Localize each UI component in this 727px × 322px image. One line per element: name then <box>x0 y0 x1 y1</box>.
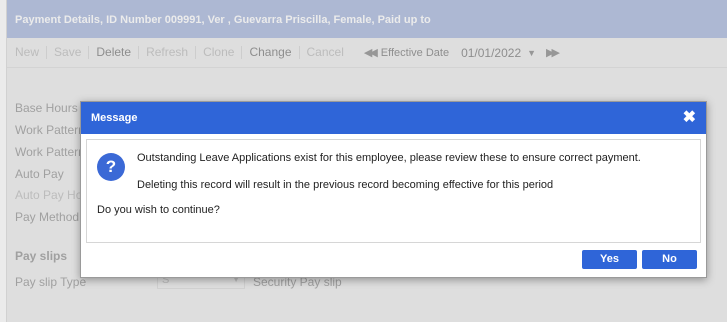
dialog-body: ? Outstanding Leave Applications exist f… <box>86 139 701 243</box>
close-icon[interactable]: ✖ <box>683 102 696 134</box>
dialog-question: Do you wish to continue? <box>97 204 220 216</box>
question-icon: ? <box>97 153 125 181</box>
dialog-message-line1: Outstanding Leave Applications exist for… <box>137 152 641 164</box>
dialog-title: Message <box>91 112 138 124</box>
dialog-header: Message ✖ <box>81 102 706 134</box>
message-dialog: Message ✖ ? Outstanding Leave Applicatio… <box>80 101 707 278</box>
dialog-message-line2: Deleting this record will result in the … <box>137 179 554 191</box>
yes-button[interactable]: Yes <box>582 250 637 269</box>
no-button[interactable]: No <box>642 250 697 269</box>
